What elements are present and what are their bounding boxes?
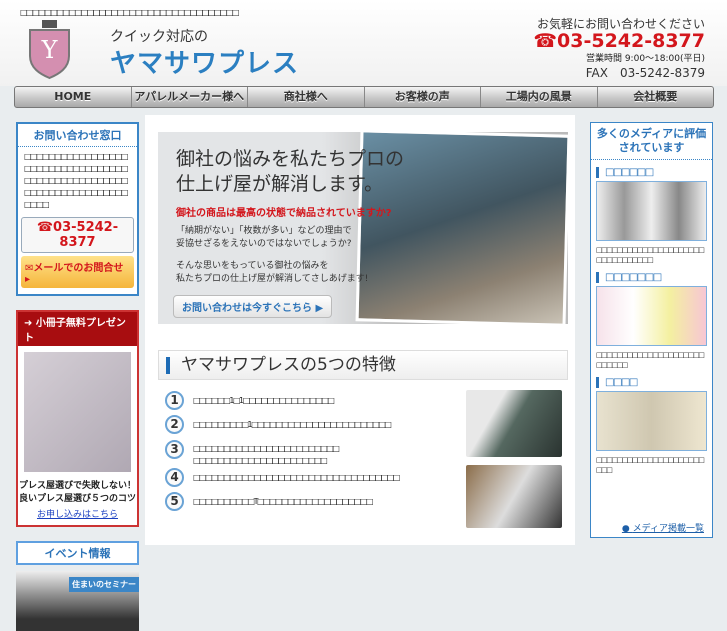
booklet-present-box: ➜ 小冊子無料プレゼント プレス屋選びで失敗しない！ 良いプレス屋選び５つのコツ…: [16, 310, 139, 527]
hero-p4: 私たちプロの仕上げ屋が解消してさしあげます!: [176, 274, 369, 284]
feature-item: 3 □□□□□□□□□□□□□□□□□□□□□□□□□□□□□□□□□□□□□□□…: [165, 440, 455, 467]
logo-crest-icon[interactable]: Y: [22, 18, 77, 80]
media-desc: □□□□□□□□□□□□□□□□□□□□□□□□□□□: [596, 351, 705, 369]
media-image[interactable]: [596, 181, 707, 241]
media-list-label: メディア掲載一覧: [632, 524, 704, 534]
hero-contact-button[interactable]: お問い合わせは今すぐこちら ▶: [173, 295, 333, 318]
event-image[interactable]: 住まいのセミナー: [16, 571, 139, 631]
play-circle-icon: ●: [621, 524, 633, 534]
header: □□□□□□□□□□□□□□□□□□□□□□□□□□□□□□□□□□□□ Y ク…: [0, 0, 727, 86]
nav-apparel[interactable]: アパレルメーカー様へ: [132, 87, 248, 107]
media-image[interactable]: [596, 391, 707, 451]
feature-number: 4: [165, 468, 184, 487]
booklet-image: [24, 352, 131, 472]
nav-trading[interactable]: 商社様へ: [248, 87, 365, 107]
contact-box: お問い合わせ窓口 □□□□□□□□□□□□□□□□□□□□□□□□□□□□□□□…: [16, 122, 139, 296]
media-desc: □□□□□□□□□□□□□□□□□□□□□□□□□□□□□□□□: [596, 246, 705, 264]
brand-name[interactable]: ヤマサワプレス: [110, 43, 299, 80]
media-image[interactable]: [596, 286, 707, 346]
fax-number: FAX 03-5242-8379: [585, 66, 705, 80]
nav-voices[interactable]: お客様の声: [365, 87, 481, 107]
media-sidebar: 多くのメディアに評価されています □□□□□□ □□□□□□□□□□□□□□□□…: [590, 122, 713, 538]
media-name[interactable]: □□□□: [596, 377, 707, 388]
media-desc: □□□□□□□□□□□□□□□□□□□□□□□□: [596, 456, 705, 474]
hero-body: 「納期がない」「枚数が多い」などの理由で 妥協せざるをえないのではないでしょうか?…: [176, 225, 368, 286]
mail-contact-button[interactable]: ✉メールでのお問合せ ▸: [21, 256, 134, 288]
media-name[interactable]: □□□□□□: [596, 167, 707, 178]
contact-phone-button[interactable]: ☎03-5242-8377: [21, 217, 134, 253]
nav-company[interactable]: 会社概要: [598, 87, 714, 107]
feature-text: □□□□□□□□□□T□□□□□□□□□□□□□□□□□□□: [193, 497, 374, 506]
hero-headline: 御社の悩みを私たちプロの 仕上げ屋が解消します。: [176, 147, 404, 197]
feature-text: □□□□□□1□1□□□□□□□□□□□□□□□: [193, 396, 335, 405]
hero-p3: そんな思いをもっている御社の悩みを: [176, 261, 329, 271]
feature-number: 2: [165, 415, 184, 434]
feature-item: 1 □□□□□□1□1□□□□□□□□□□□□□□□: [165, 391, 455, 410]
contact-title: お問い合わせ窓口: [18, 124, 137, 147]
headline-line2: 仕上げ屋が解消します。: [176, 173, 384, 195]
feature-text: □□□□□□□□□□□□□□□□□□□□□□□□□□□□□□□□□□□□□□□□…: [193, 444, 340, 465]
headline-line1: 御社の悩みを私たちプロの: [176, 148, 405, 170]
header-phone[interactable]: ☎03-5242-8377: [533, 30, 705, 52]
event-banner: 住まいのセミナー: [69, 577, 139, 592]
nav-home[interactable]: HOME: [15, 87, 132, 107]
present-line2: 良いプレス屋選び５つのコツ: [18, 494, 136, 504]
main-nav: HOME アパレルメーカー様へ 商社様へ お客様の声 工場内の風景 会社概要: [14, 86, 714, 108]
present-title: ➜ 小冊子無料プレゼント: [18, 312, 137, 346]
feature-number: 3: [165, 440, 184, 459]
features-heading: ヤマサワプレスの5つの特徴: [158, 350, 568, 380]
media-title: 多くのメディアに評価されています: [591, 123, 712, 160]
hero-question: 御社の商品は最高の状態で納品されていますか?: [176, 208, 392, 219]
feature-item: 5 □□□□□□□□□□T□□□□□□□□□□□□□□□□□□□: [165, 492, 455, 511]
present-line1: プレス屋選びで失敗しない！: [18, 481, 136, 491]
feature-number: 1: [165, 391, 184, 410]
contact-text: □□□□□□□□□□□□□□□□□□□□□□□□□□□□□□□□□□□□□□□□…: [24, 152, 129, 209]
feature-number: 5: [165, 492, 184, 511]
media-list-link[interactable]: ● メディア掲載一覧: [622, 521, 704, 534]
feature-text: □□□□□□□□□1□□□□□□□□□□□□□□□□□□□□□□□: [193, 420, 392, 429]
hero-p1: 「納期がない」「枚数が多い」などの理由で: [176, 226, 352, 236]
feature-photo: [466, 390, 562, 457]
feature-item: 2 □□□□□□□□□1□□□□□□□□□□□□□□□□□□□□□□□: [165, 415, 455, 434]
svg-text:Y: Y: [41, 36, 59, 64]
apply-link[interactable]: お申し込みはこちら: [18, 504, 137, 525]
left-sidebar: お問い合わせ窓口 □□□□□□□□□□□□□□□□□□□□□□□□□□□□□□□…: [16, 122, 139, 631]
feature-text: □□□□□□□□□□□□□□□□□□□□□□□□□□□□□□□□□□: [193, 473, 401, 482]
media-name[interactable]: □□□□□□□: [596, 272, 707, 283]
hero-p2: 妥協せざるをえないのではないでしょうか?: [176, 239, 352, 249]
hero-banner[interactable]: 御社の悩みを私たちプロの 仕上げ屋が解消します。 御社の商品は最高の状態で納品され…: [158, 129, 571, 327]
feature-photo: [466, 465, 562, 528]
feature-item: 4 □□□□□□□□□□□□□□□□□□□□□□□□□□□□□□□□□□: [165, 468, 455, 487]
nav-factory[interactable]: 工場内の風景: [481, 87, 598, 107]
business-hours: 営業時間 9:00〜18:00(平日): [585, 54, 705, 64]
